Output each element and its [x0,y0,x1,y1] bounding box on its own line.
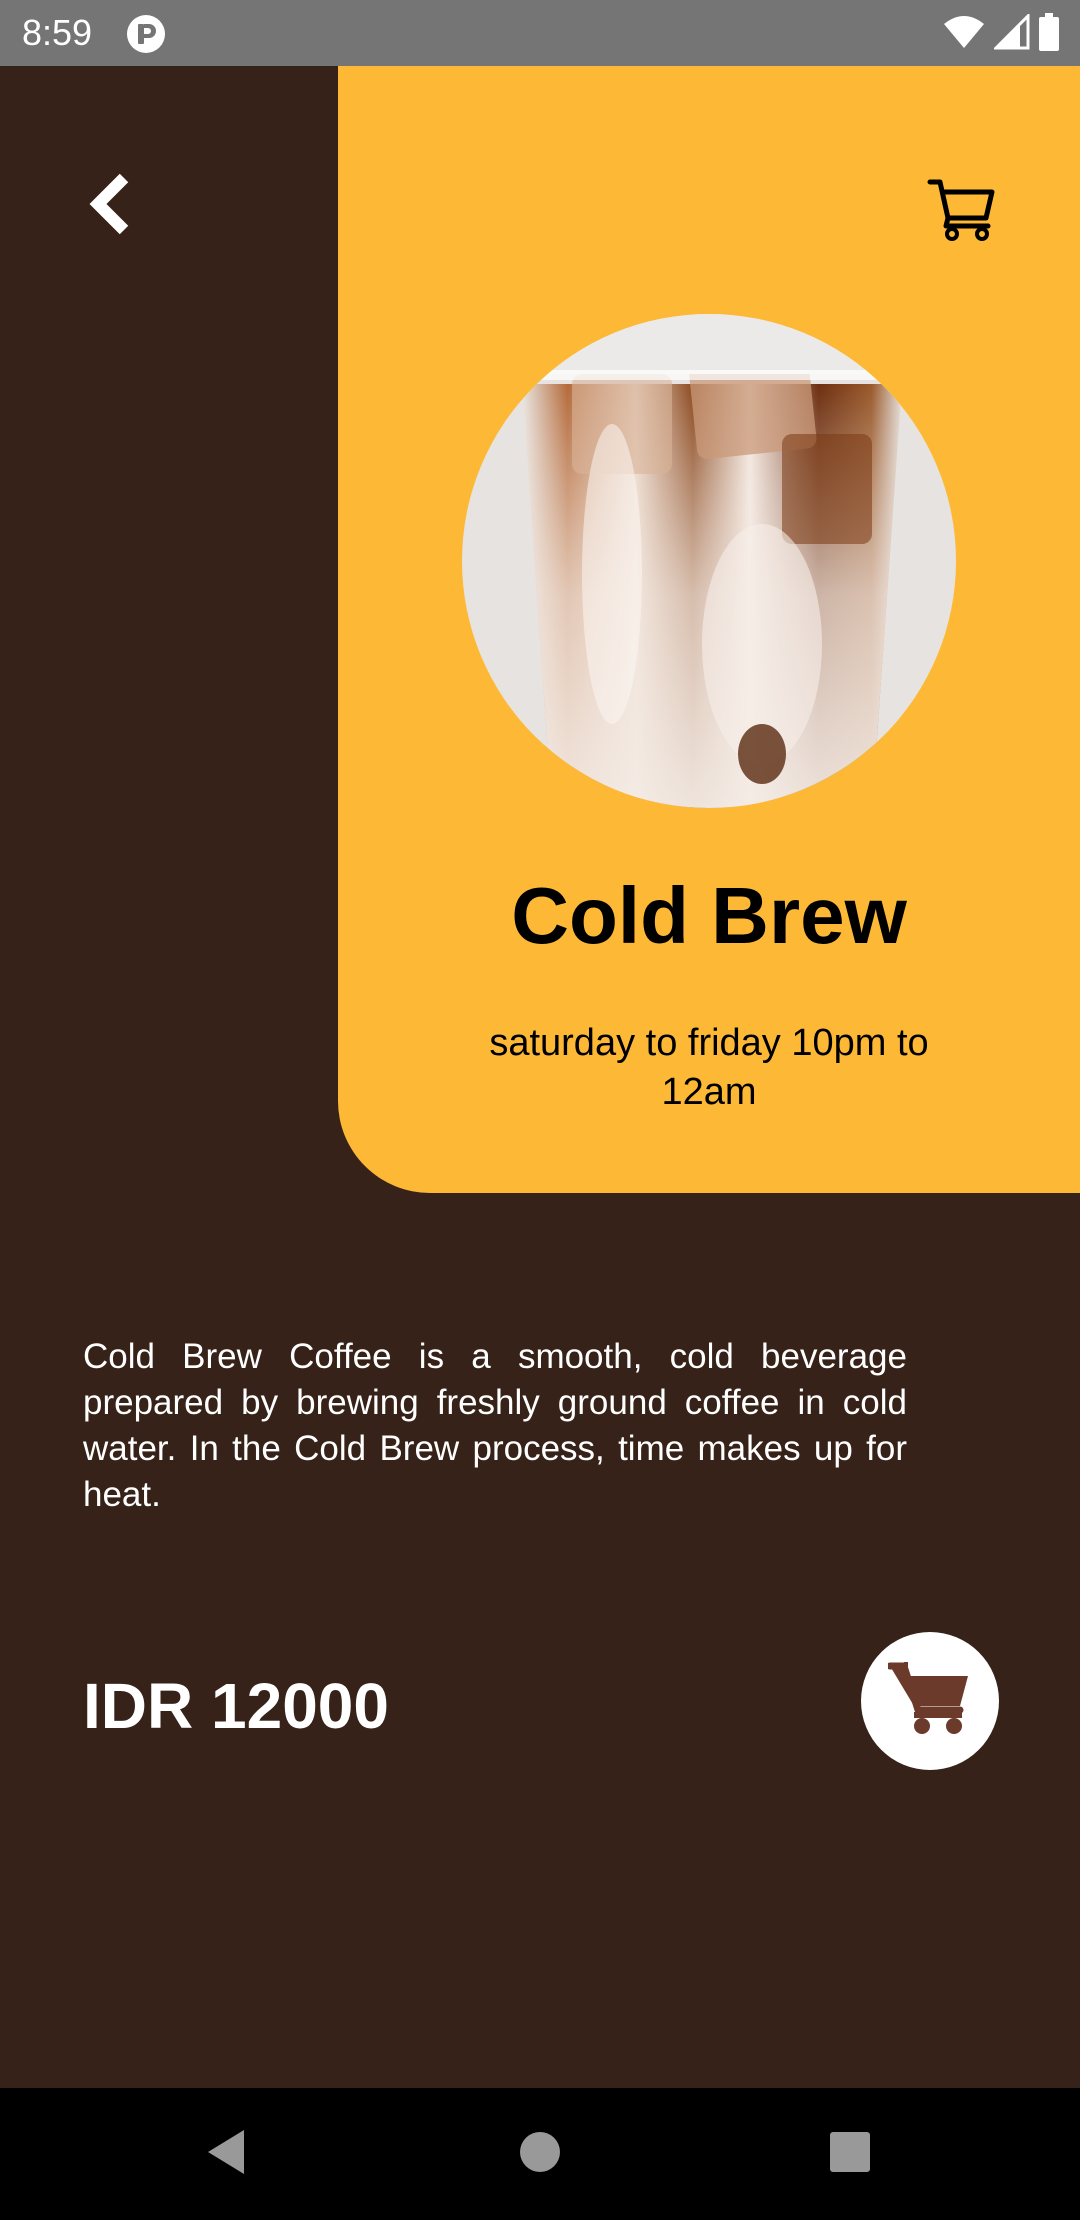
cart-filled-icon [886,1660,972,1743]
signal-icon [992,11,1030,55]
back-button[interactable] [80,166,140,246]
product-hours: saturday to friday 10pm to 12am [489,1022,929,1113]
nav-home-button[interactable] [502,2116,578,2192]
home-circle-icon [518,2130,562,2179]
product-image [462,314,956,808]
nav-back-button[interactable] [188,2116,264,2192]
product-price: IDR 12000 [83,1670,389,1742]
navigation-bar [0,2088,1080,2220]
nav-recents-button[interactable] [812,2116,888,2192]
chevron-left-icon [86,172,134,241]
product-detail-screen: Cold Brew saturday to friday 10pm to 12a… [0,66,1080,2088]
status-time: 8:59 [22,12,93,53]
status-bar: 8:59 [0,0,1080,66]
recents-square-icon [829,2131,871,2178]
app-notification-icon [126,14,166,54]
back-triangle-icon [204,2128,248,2181]
product-description: Cold Brew Coffee is a smooth, cold bever… [83,1337,907,1514]
product-title: Cold Brew [511,871,907,960]
cart-outline-icon [926,179,998,248]
cart-button[interactable] [926,172,998,244]
status-icons [942,11,1060,56]
add-to-cart-button[interactable] [861,1632,999,1770]
battery-icon [1038,12,1060,56]
wifi-icon [942,14,986,55]
